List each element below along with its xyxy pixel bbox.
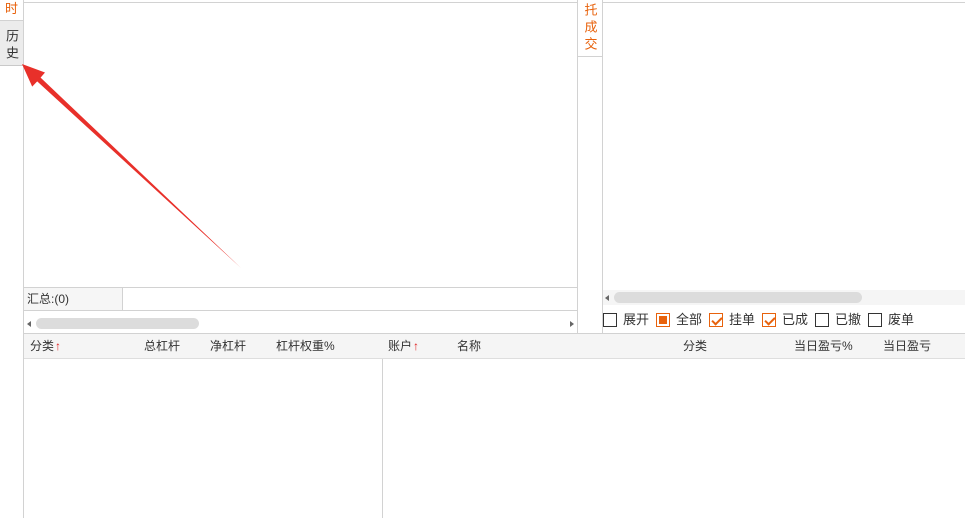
sort-ascending-icon: ↑ xyxy=(55,339,62,353)
column-header-gross-leverage[interactable]: 总杠杆 xyxy=(144,334,180,359)
filter-rejected[interactable]: 废单 xyxy=(868,312,921,328)
account-table-body xyxy=(383,360,965,518)
column-header-name[interactable]: 名称 xyxy=(457,334,481,359)
tab-orders-trades-label: 托成交 xyxy=(582,3,598,54)
summary-label: 汇总:(0) xyxy=(24,288,123,310)
leverage-table-body xyxy=(24,360,382,518)
scroll-thumb[interactable] xyxy=(614,292,862,303)
column-header-daily-pnl[interactable]: 当日盈亏 xyxy=(883,334,931,359)
filter-label: 废单 xyxy=(888,312,915,327)
column-header-label: 名称 xyxy=(457,339,482,353)
column-header-account-category[interactable]: 分类 xyxy=(683,334,707,359)
scroll-left-arrow-icon[interactable] xyxy=(27,321,31,327)
column-header-label: 总杠杆 xyxy=(144,339,181,353)
column-header-label: 净杠杆 xyxy=(210,339,247,353)
column-header-label: 账户 xyxy=(388,339,413,353)
order-filter-checkboxes: 展开 全部 挂单 已成 已撤 废单 xyxy=(603,312,921,328)
scroll-thumb[interactable] xyxy=(36,318,199,329)
column-header-label: 分类 xyxy=(30,339,55,353)
summary-row: 汇总:(0) xyxy=(24,287,577,311)
column-header-label: 分类 xyxy=(683,339,708,353)
column-header-daily-pnl-pct[interactable]: 当日盈亏% xyxy=(794,334,853,359)
filter-label: 已撤 xyxy=(835,312,862,327)
all-checkbox[interactable] xyxy=(656,313,670,327)
main-grid-area xyxy=(24,3,577,287)
column-header-label: 当日盈亏% xyxy=(794,339,853,353)
scroll-left-arrow-icon[interactable] xyxy=(605,295,609,301)
filter-filled[interactable]: 已成 xyxy=(762,312,815,328)
orders-grid-area xyxy=(603,3,965,290)
column-header-category[interactable]: 分类↑ xyxy=(30,334,61,359)
summary-value xyxy=(123,288,577,310)
filter-pending[interactable]: 挂单 xyxy=(709,312,762,328)
bottom-tables-header: 分类↑ 总杠杆 净杠杆 杠杆权重% 账户↑ 名称 分类 当日盈亏% 当日盈亏 xyxy=(24,334,965,359)
column-header-leverage-weight[interactable]: 杠杆权重% xyxy=(276,334,335,359)
filter-label: 展开 xyxy=(623,312,650,327)
column-header-account[interactable]: 账户↑ xyxy=(388,334,419,359)
orders-horizontal-scrollbar[interactable] xyxy=(603,290,965,305)
sort-ascending-icon: ↑ xyxy=(413,339,420,353)
expand-checkbox[interactable] xyxy=(603,313,617,327)
tab-history-label: 历史 xyxy=(4,29,19,63)
column-header-label: 杠杆权重% xyxy=(276,339,335,353)
rejected-checkbox[interactable] xyxy=(868,313,882,327)
scroll-right-arrow-icon[interactable] xyxy=(570,321,574,327)
filled-checkbox[interactable] xyxy=(762,313,776,327)
column-header-label: 当日盈亏 xyxy=(883,339,932,353)
pending-checkbox[interactable] xyxy=(709,313,723,327)
filter-expand[interactable]: 展开 xyxy=(603,312,656,328)
filter-cancelled[interactable]: 已撤 xyxy=(815,312,868,328)
filter-label: 挂单 xyxy=(729,312,756,327)
tab-realtime[interactable]: 时 xyxy=(0,0,23,21)
main-horizontal-scrollbar[interactable] xyxy=(24,315,577,333)
filter-label: 全部 xyxy=(676,312,703,327)
column-header-net-leverage[interactable]: 净杠杆 xyxy=(210,334,246,359)
tab-history[interactable]: 历史 xyxy=(0,21,23,66)
tab-realtime-label: 时 xyxy=(4,1,18,16)
filter-all[interactable]: 全部 xyxy=(656,312,709,328)
tab-orders-trades[interactable]: 托成交 xyxy=(578,0,602,57)
cancelled-checkbox[interactable] xyxy=(815,313,829,327)
filter-label: 已成 xyxy=(782,312,809,327)
